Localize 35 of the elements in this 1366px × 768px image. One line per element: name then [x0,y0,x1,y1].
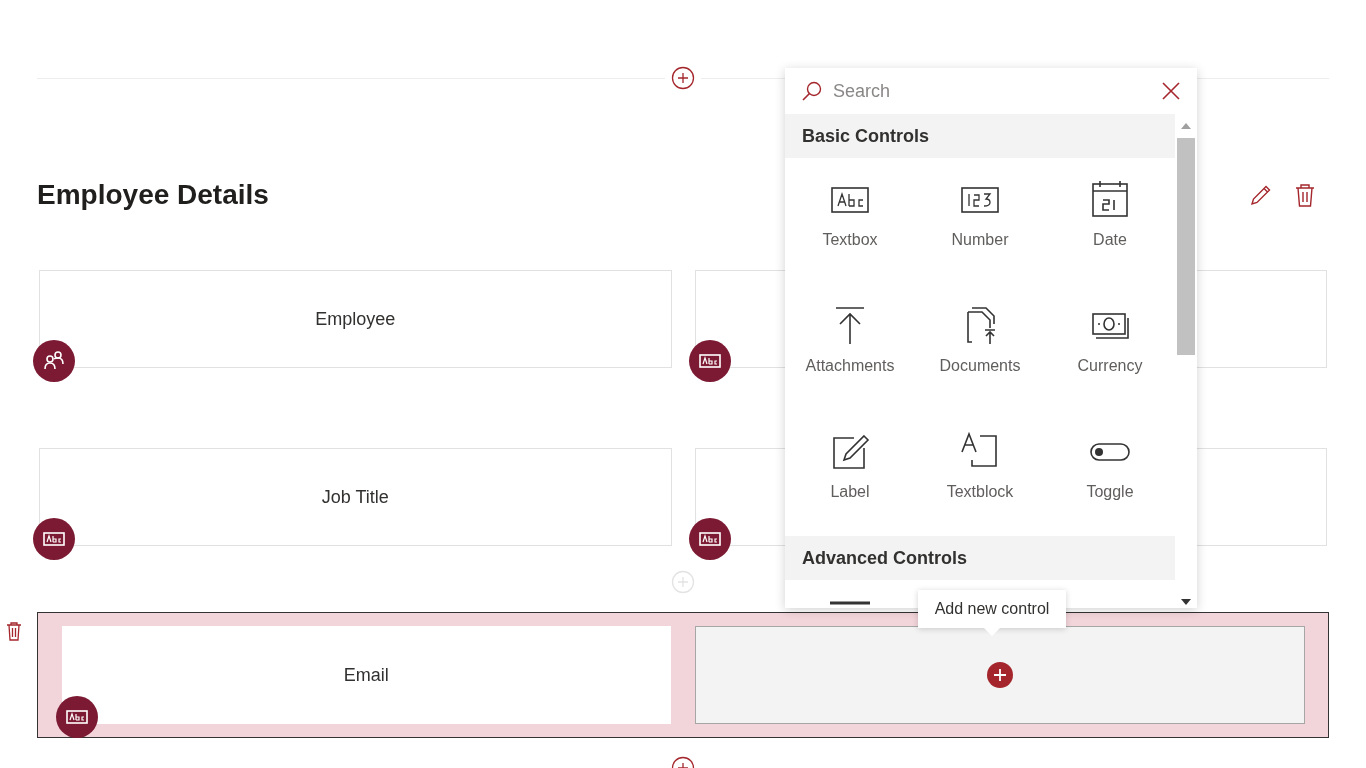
search-icon [801,80,823,102]
control-option[interactable]: Date [1045,158,1175,284]
control-option[interactable]: Label [785,410,915,536]
scroll-down-icon[interactable] [1181,598,1191,606]
control-option[interactable]: Currency [1045,284,1175,410]
text-field-badge-icon [56,696,98,738]
add-section-icon[interactable] [671,66,695,90]
edit-icon[interactable] [1249,183,1273,207]
text-field-badge-icon [33,518,75,560]
form-field-card[interactable]: Employee [39,270,672,368]
field-label: Email [343,663,389,687]
search-field[interactable]: Search [833,77,1151,105]
tooltip: Add new control [918,590,1066,628]
control-option[interactable]: Attachments [785,284,915,410]
control-option[interactable]: Documents [915,284,1045,410]
control-option[interactable]: Number [915,158,1045,284]
tooltip-pointer-icon [984,628,1000,636]
divider-icon [828,601,872,605]
group-header: Advanced Controls [785,536,1175,580]
control-option[interactable]: Textbox [785,158,915,284]
form-field-card[interactable]: Job Title [39,448,672,546]
delete-icon[interactable] [1295,183,1315,207]
close-icon[interactable] [1161,81,1181,101]
delete-row-icon[interactable] [6,621,22,641]
control-option[interactable]: Toggle [1045,410,1175,536]
field-label: Employee [315,307,396,331]
form-field-card[interactable]: Email [62,626,671,724]
people-badge-icon [33,340,75,382]
field-label: Job Title [321,485,389,509]
group-header: Basic Controls [785,114,1175,158]
scroll-thumb[interactable] [1177,138,1195,355]
section-title: Employee Details [37,178,269,212]
scroll-up-icon[interactable] [1181,122,1191,130]
add-control-icon[interactable] [986,662,1013,688]
control-option[interactable]: Textblock [915,410,1045,536]
